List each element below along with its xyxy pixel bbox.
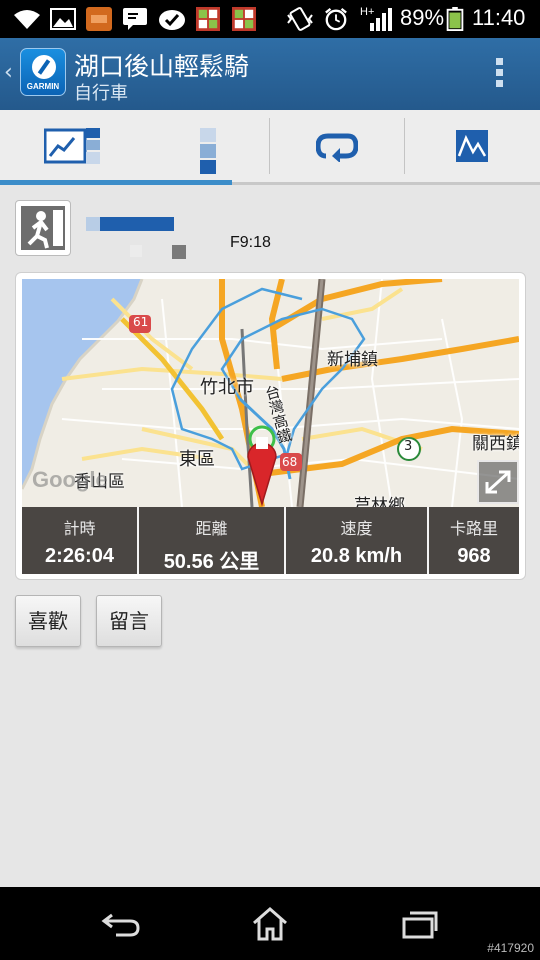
google-logo: Google xyxy=(32,467,108,492)
chart-graph-icon xyxy=(456,130,488,162)
check-icon xyxy=(159,10,185,30)
battery-icon xyxy=(446,7,464,31)
home-icon[interactable] xyxy=(250,905,290,943)
stat-value: 2:26:04 xyxy=(45,545,114,567)
comment-button[interactable]: 留言 xyxy=(96,595,162,647)
laps-loop-icon xyxy=(316,133,358,162)
system-nav-bar: #417920 xyxy=(0,887,540,960)
expand-icon xyxy=(485,470,511,494)
stat-value: 968 xyxy=(457,545,491,567)
alarm-icon xyxy=(325,7,347,31)
user-avatar[interactable] xyxy=(15,200,71,256)
tab-blur-icon xyxy=(200,128,216,174)
map-label-zhubei: 竹北市 xyxy=(200,377,254,398)
stat-label: 距離 xyxy=(195,519,228,538)
selected-tab-indicator xyxy=(0,180,232,185)
stat-time: 計時 2:26:04 xyxy=(22,507,137,574)
redacted-block xyxy=(130,245,142,257)
stat-value: 20.8 km/h xyxy=(310,545,403,567)
back-icon[interactable] xyxy=(100,907,142,941)
map-label-xinpu: 新埔鎮 xyxy=(327,350,378,370)
stat-label: 速度 xyxy=(340,519,373,538)
map-label-road-3: 3 xyxy=(404,439,413,454)
back-chevron-icon[interactable]: ‹ xyxy=(4,60,13,85)
expand-map-button[interactable] xyxy=(477,460,519,504)
stat-distance: 距離 50.56 公里 xyxy=(139,507,284,574)
chat-icon xyxy=(123,8,147,30)
map-label-east-district: 東區 xyxy=(179,449,215,470)
activity-title: 湖口後山輕鬆騎 xyxy=(74,52,250,81)
tab-overview[interactable] xyxy=(0,110,232,185)
app-icon xyxy=(86,7,112,31)
stats-bar: 計時 2:26:04 距離 50.56 公里 速度 20.8 km/h 卡路里 … xyxy=(22,507,519,574)
tab-laps[interactable] xyxy=(270,110,404,182)
tab-strip xyxy=(0,110,540,185)
map-label-qionglin: 芎林鄉 xyxy=(354,496,405,507)
action-bar: ‹ GARMIN 湖口後山輕鬆騎 自行車 xyxy=(0,38,540,110)
route-map[interactable]: 61 新埔鎮 竹北市 東區 香山區 關西鎮 芎林鄉 3 68 台灣高鐵 Goog… xyxy=(22,279,519,507)
grid-icon xyxy=(196,7,220,31)
activity-type: 自行車 xyxy=(74,83,128,104)
garmin-app-logo[interactable]: GARMIN xyxy=(20,48,66,96)
tab-charts[interactable] xyxy=(405,110,540,182)
stat-speed: 速度 20.8 km/h xyxy=(286,507,427,574)
wifi-icon xyxy=(14,10,40,29)
map-label-guanxi: 關西鎮 xyxy=(472,434,519,454)
redacted-block xyxy=(172,245,186,259)
like-button[interactable]: 喜歡 xyxy=(15,595,81,647)
vibrate-icon xyxy=(287,7,313,31)
watermark-text: #417920 xyxy=(487,941,534,955)
stat-label: 計時 xyxy=(63,519,96,538)
stat-label: 卡路里 xyxy=(449,519,498,538)
grid-icon xyxy=(232,7,256,31)
map-label-road-68: 68 xyxy=(282,455,298,469)
image-icon xyxy=(50,8,76,30)
clock: 11:40 xyxy=(472,5,526,30)
stat-calories: 卡路里 968 xyxy=(429,507,519,574)
map-label-road-61: 61 xyxy=(133,315,149,329)
activity-time-text: F9:18 xyxy=(230,234,271,251)
activity-card: 61 新埔鎮 竹北市 東區 香山區 關西鎮 芎林鄉 3 68 台灣高鐵 Goog… xyxy=(15,272,526,580)
recent-apps-icon[interactable] xyxy=(400,907,440,941)
garmin-logo-mark xyxy=(32,55,56,79)
overview-map-icon xyxy=(44,128,100,164)
status-bar: H+ 89% 11:40 xyxy=(0,0,540,38)
signal-icon xyxy=(370,8,392,31)
overflow-menu-icon[interactable] xyxy=(496,58,504,91)
avatar-image xyxy=(21,206,65,250)
person-running-icon xyxy=(27,210,63,249)
user-name-redacted xyxy=(86,217,174,231)
garmin-logo-text: GARMIN xyxy=(26,82,60,91)
stat-value: 50.56 公里 xyxy=(163,551,260,573)
battery-percent: 89% xyxy=(400,5,445,30)
